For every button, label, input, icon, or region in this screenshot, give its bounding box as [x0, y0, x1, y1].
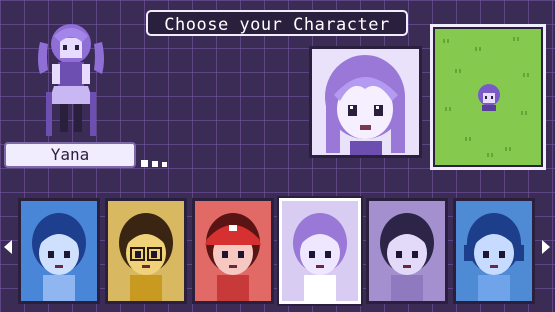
arrow-left-icon[interactable]	[2, 238, 14, 256]
page-title: Choose your Character	[146, 10, 408, 36]
character-roster	[18, 196, 538, 306]
character-face	[108, 201, 184, 301]
character-slot[interactable]	[192, 198, 274, 304]
character-name-plate: Yana	[4, 142, 136, 168]
character-face	[195, 201, 271, 301]
map-preview	[430, 24, 546, 170]
character-slot[interactable]	[18, 198, 100, 304]
grass-field	[435, 29, 541, 165]
character-slot[interactable]	[105, 198, 187, 304]
character-face	[369, 201, 445, 301]
ellipsis-icon	[140, 154, 174, 167]
arrow-right-icon[interactable]	[540, 238, 552, 256]
character-face	[21, 201, 97, 301]
character-face	[282, 201, 358, 301]
character-slot[interactable]	[277, 196, 363, 306]
character-slot[interactable]	[366, 198, 448, 304]
character-sprite	[26, 12, 116, 140]
character-face	[456, 201, 532, 301]
character-portrait	[309, 46, 422, 158]
character-slot[interactable]	[453, 198, 535, 304]
